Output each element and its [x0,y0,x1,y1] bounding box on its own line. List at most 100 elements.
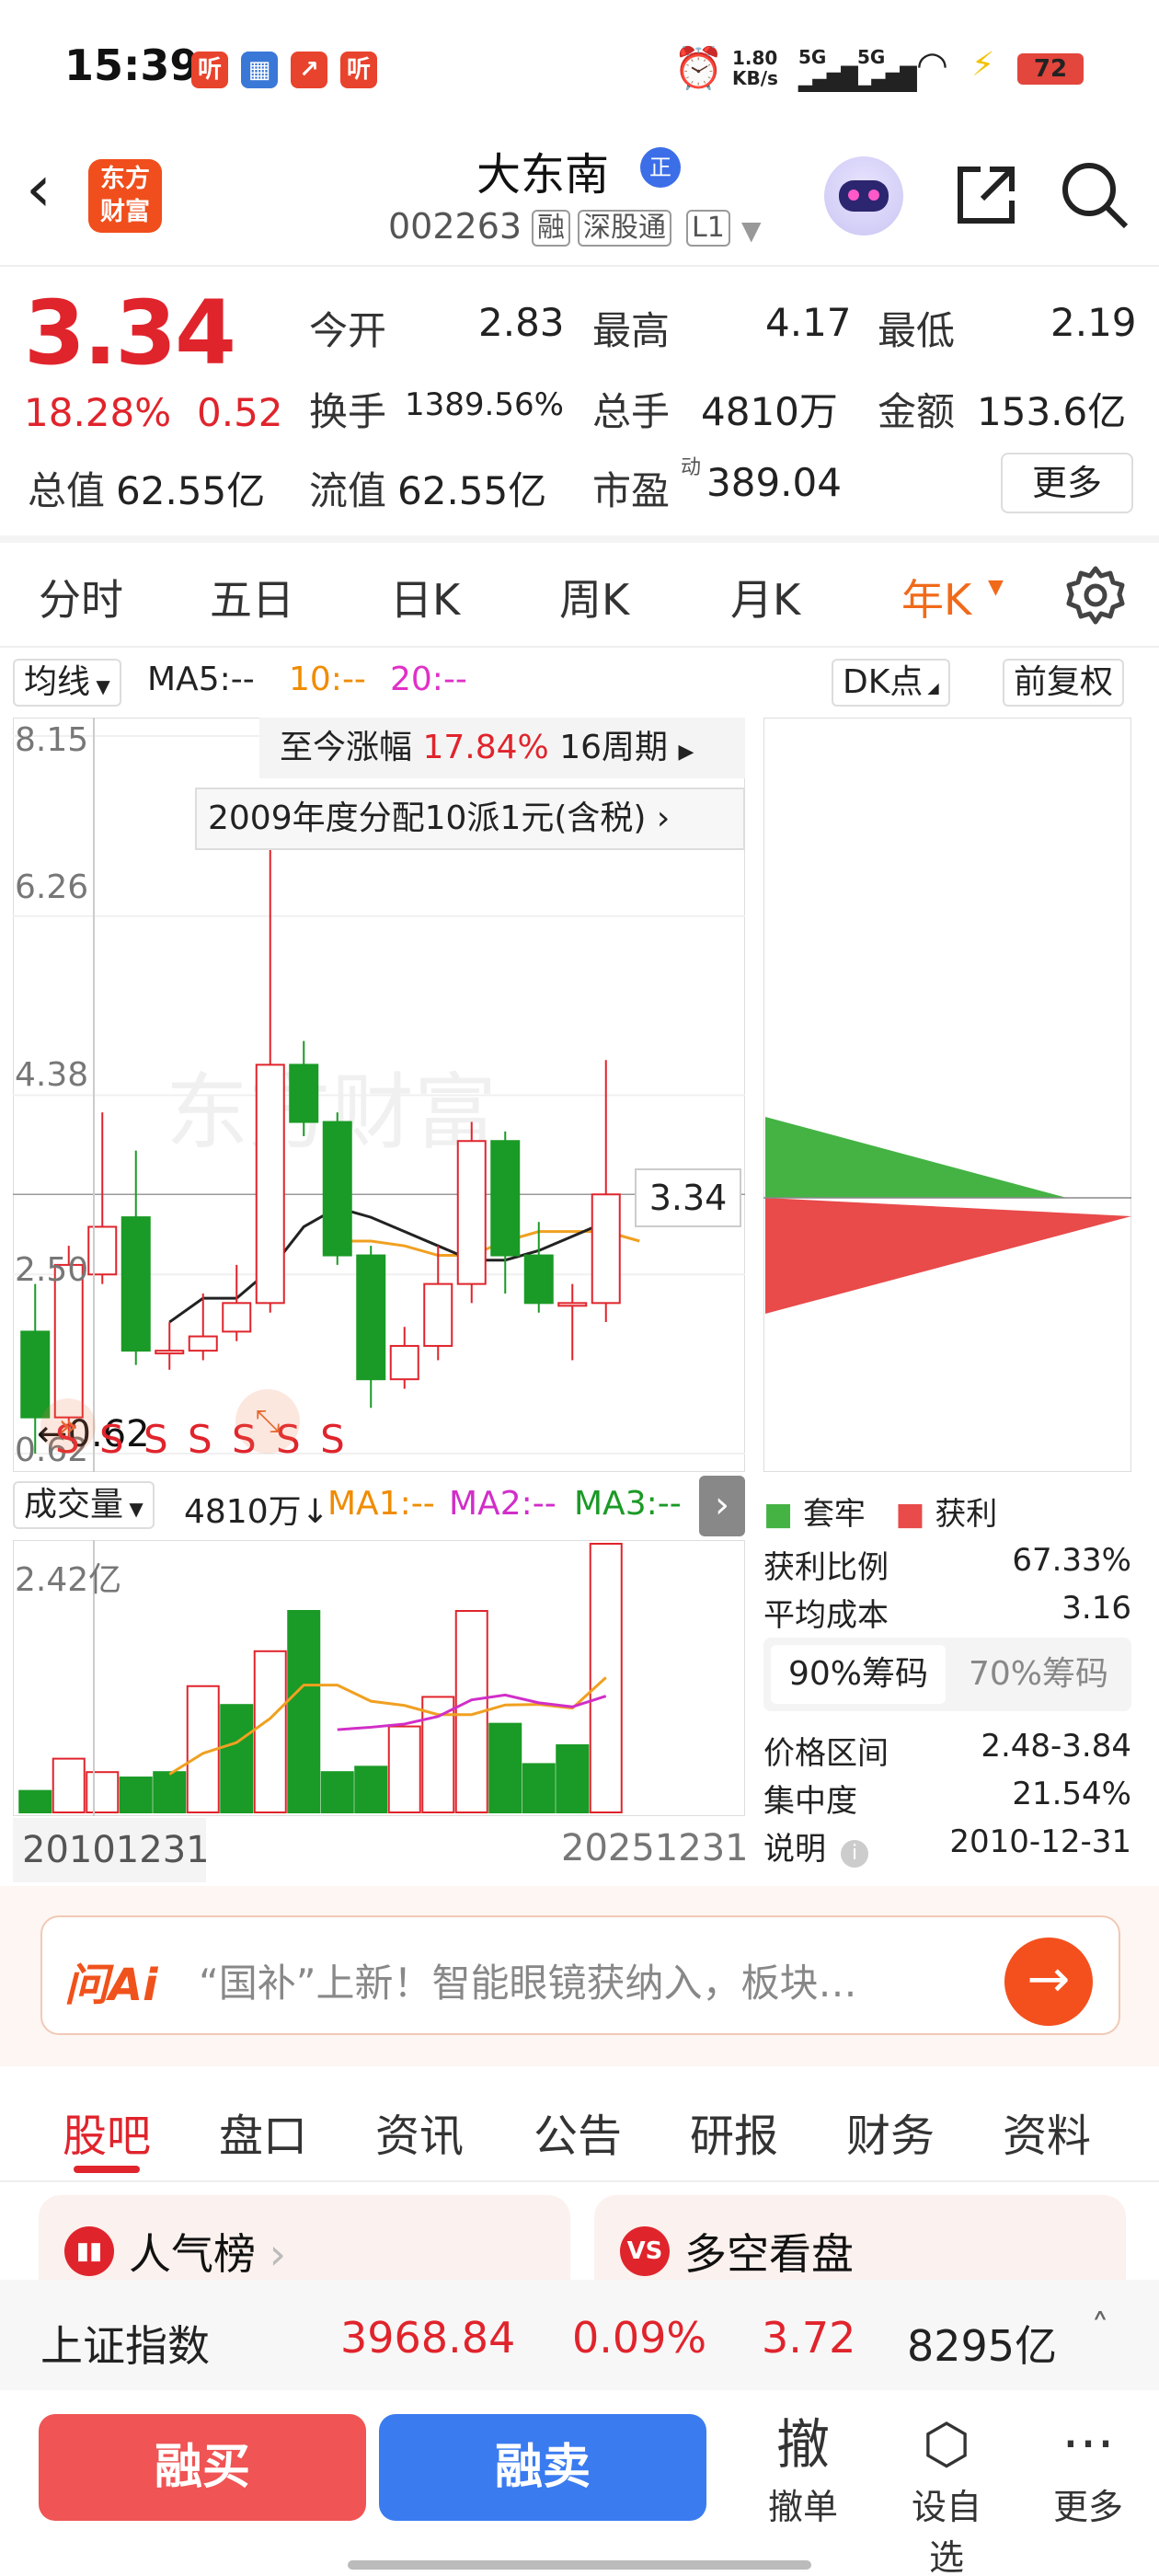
signal-bars-icon: ▂▄▆█ [798,66,858,92]
ma-select[interactable]: 均线 ▼ [13,659,121,707]
more-button[interactable]: 更多 [1001,453,1133,513]
cancel-order-button[interactable]: 撤 撤单 [752,2410,854,2529]
back-icon[interactable]: ‹ [26,156,52,221]
tab-guba[interactable]: 股吧 [63,2099,151,2164]
candle-body [490,1140,521,1257]
tab-research[interactable]: 研报 [690,2099,778,2164]
volume-bar [52,1757,86,1814]
search-icon[interactable] [1058,158,1131,232]
dividend-note[interactable]: 2009年度分配10派1元(含税) › [195,788,745,850]
pe-dynamic-sup: 动 [681,456,702,479]
signal-bars-icon-2: ▂▄▆█ [857,66,917,92]
volume-chart[interactable] [13,1540,745,1816]
y-tick-label: 4.38 [15,1056,89,1094]
hexagon-icon: ⬡ [922,2412,971,2477]
candle-body [20,1330,51,1419]
chevron-up-icon[interactable]: ˄ [1091,2307,1109,2350]
volume-bar [320,1771,354,1813]
volume-bar [354,1765,388,1813]
amount-label: 金额 [878,389,956,434]
candle-body [456,1140,487,1285]
signal-5g-1: 5G [798,46,827,68]
high-value: 4.17 [765,300,852,345]
tab-pankou[interactable]: 盘口 [219,2099,307,2164]
arrow-right-icon[interactable]: → [1004,1938,1093,2026]
chevron-down-icon[interactable]: ▼ [741,215,762,246]
ma10-readout: 10:-- [289,661,366,698]
volume-bar [220,1704,254,1813]
vs-icon: VS [620,2226,670,2276]
tab-daily-k[interactable]: 日K [390,567,460,627]
robot-eye-left [848,190,859,201]
home-indicator [348,2560,811,2570]
tab-news[interactable]: 资讯 [375,2099,464,2164]
charging-icon: ⚡ [971,46,995,84]
add-watchlist-button[interactable]: ⬡ 设自选 [896,2410,997,2576]
low-label: 最低 [878,308,956,353]
tag-level: L1 [686,210,730,247]
candle-body [322,1121,352,1257]
vol-ma3-readout: MA3:-- [574,1485,682,1523]
tab-yearly-k[interactable]: 年K [901,567,971,627]
candle-body [557,1302,588,1307]
notify-chart-icon: ▦ [241,52,278,88]
settings-gear-icon[interactable] [1063,563,1128,627]
tab-five-day[interactable]: 五日 [210,567,294,627]
tab-intraday[interactable]: 分时 [39,567,123,627]
more-dots-icon: ··· [1061,2412,1115,2477]
clock: 15:39 [64,40,200,90]
fullscreen-icon[interactable]: ⤡ [235,1389,300,1454]
last-price: 3.34 [24,282,236,385]
tab-chip-90[interactable]: 90%筹码 [771,1645,946,1704]
candle-body [591,1193,621,1305]
tab-dropdown-icon[interactable]: ▼ [988,576,1004,599]
high-label: 最高 [592,308,671,353]
tab-weekly-k[interactable]: 周K [559,567,629,627]
price-range-row: 价格区间 2.48-3.84 [763,1728,1131,1772]
ask-ai-bar[interactable]: 问Ai “国补”上新！智能眼镜获纳入，板块… → [40,1915,1120,2035]
volume-value: 4810万 [701,389,838,434]
popularity-chart-icon: ▮▮ [64,2226,114,2276]
status-bar: 15:39 听 ▦ ↗ 听 ⏰ 1.80 KB/s 5G ▂▄▆█ 5G ▂▄▆█… [0,0,1159,129]
expand-indicator-icon[interactable]: › [699,1476,745,1536]
open-label: 今开 [309,308,387,353]
chip-distribution-chart [763,718,1131,1472]
margin-buy-button[interactable]: 融买 [39,2414,366,2521]
y-tick-label: 6.26 [15,868,89,906]
tab-monthly-k[interactable]: 月K [730,567,800,627]
margin-sell-button[interactable]: 融卖 [379,2414,706,2521]
bottom-action-bar: 融买 融卖 撤 撤单 ⬡ 设自选 ··· 更多 [0,2392,1159,2576]
robot-eye-right [868,190,879,201]
note-row[interactable]: 说明 i 2010-12-31 [763,1823,1131,1869]
tab-announcements[interactable]: 公告 [534,2099,622,2164]
notify-trend-icon: ↗ [291,52,327,88]
divider [0,646,1159,648]
concentration-row: 集中度 21.54% [763,1776,1131,1820]
volume-max-label: 2.42亿 [15,1561,122,1599]
cancel-icon: 撤 [775,2413,830,2476]
tab-finance[interactable]: 财务 [846,2099,935,2164]
volume-bar [253,1650,287,1813]
candle-body [389,1344,419,1381]
ask-ai-logo: 问Ai [64,1960,158,2011]
tag-margin: 融 [532,210,570,247]
adjust-select[interactable]: 前复权 [1003,659,1125,707]
gain-since-banner[interactable]: 至今涨幅 17.84% 16周期 ▶ [259,718,745,778]
candle-body [87,1225,118,1276]
more-menu-button[interactable]: ··· 更多 [1038,2410,1139,2529]
tab-chip-70[interactable]: 70%筹码 [951,1645,1126,1704]
ma20-readout: 20:-- [390,661,467,698]
info-icon[interactable]: i [841,1840,868,1868]
expand-left-icon[interactable]: » [40,1398,96,1454]
share-icon[interactable] [949,158,1023,232]
candle-body [155,1350,185,1355]
volume-bar [153,1771,187,1813]
dk-point-button[interactable]: DK点 ◢ [832,659,950,707]
volume-indicator-select[interactable]: 成交量 ▼ [13,1481,155,1529]
y-tick-label: 8.15 [15,721,89,759]
candle-body [356,1254,386,1381]
index-change: 3.72 [762,2313,856,2363]
index-ticker[interactable]: 上证指数 3968.84 0.09% 3.72 8295亿 ˄ [0,2280,1159,2390]
tab-profile[interactable]: 资料 [1003,2099,1091,2164]
vol-ma1-readout: MA1:-- [327,1485,435,1523]
